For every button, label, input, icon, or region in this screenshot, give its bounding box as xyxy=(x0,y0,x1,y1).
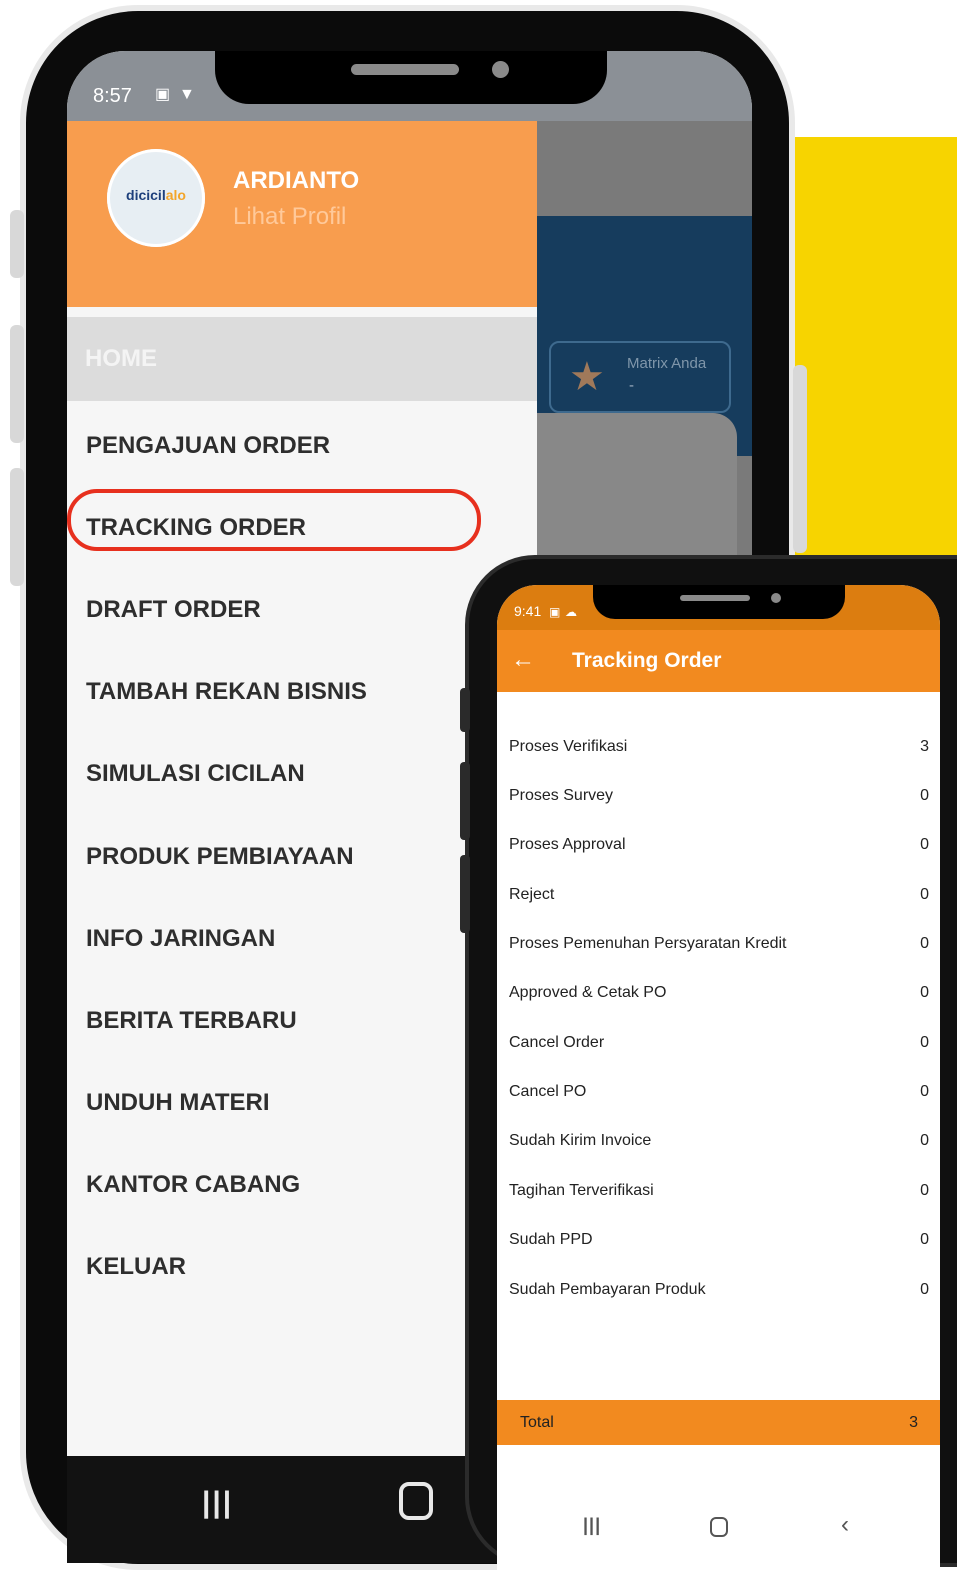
phone-side-button xyxy=(460,762,470,840)
star-icon: ★ xyxy=(569,355,605,399)
tracking-row-count: 0 xyxy=(920,1034,929,1051)
tracking-row-count: 0 xyxy=(920,1281,929,1298)
tracking-row-count: 0 xyxy=(920,984,929,1001)
system-nav-bar: ||| ‹ xyxy=(497,1493,940,1573)
tracking-row-count: 0 xyxy=(920,935,929,952)
total-bar: Total 3 xyxy=(497,1400,940,1445)
recent-apps-icon[interactable]: ||| xyxy=(583,1515,601,1536)
tracking-row-label: Reject xyxy=(509,886,555,903)
phone-side-button xyxy=(460,855,470,933)
home-nav-icon[interactable] xyxy=(710,1517,728,1537)
tracking-row[interactable]: Proses Verifikasi 3 xyxy=(509,738,929,768)
tracking-row-label: Sudah Pembayaran Produk xyxy=(509,1281,706,1298)
tracking-row-count: 3 xyxy=(920,738,929,755)
tracking-row[interactable]: Proses Approval 0 xyxy=(509,836,929,866)
drawer-item-pengajuan-order[interactable]: PENGAJUAN ORDER xyxy=(86,432,330,460)
matrix-label: Matrix Anda xyxy=(627,355,707,372)
tracking-row-count: 0 xyxy=(920,787,929,804)
tracking-row-count: 0 xyxy=(920,886,929,903)
tracking-row[interactable]: Cancel PO 0 xyxy=(509,1083,929,1113)
recent-apps-icon[interactable]: ||| xyxy=(202,1486,233,1520)
page-title: Tracking Order xyxy=(572,649,722,672)
tracking-row-label: Proses Verifikasi xyxy=(509,738,628,755)
phone-side-button xyxy=(10,468,24,586)
phone-side-button xyxy=(10,210,24,278)
drawer-item-simulasi-cicilan[interactable]: SIMULASI CICILAN xyxy=(86,760,305,788)
tracking-order-screen: 9:41 ▣ ☁ ← Tracking Order Proses Verifik… xyxy=(497,585,940,1573)
drawer-item-tambah-rekan-bisnis[interactable]: TAMBAH REKAN BISNIS xyxy=(86,678,367,706)
camera-icon xyxy=(771,593,781,603)
tracking-row-label: Sudah Kirim Invoice xyxy=(509,1132,652,1149)
total-count: 3 xyxy=(909,1414,918,1431)
matrix-card: ★ Matrix Anda - xyxy=(549,341,731,413)
tracking-row-count: 0 xyxy=(920,1182,929,1199)
tracking-row[interactable]: Cancel Order 0 xyxy=(509,1034,929,1064)
tracking-row-label: Cancel Order xyxy=(509,1034,605,1051)
drawer-header: dicicilalo ARDIANTO Lihat Profil xyxy=(67,121,537,307)
tracking-row-count: 0 xyxy=(920,836,929,853)
camera-icon xyxy=(492,61,509,78)
back-arrow-icon[interactable]: ← xyxy=(511,646,535,674)
matrix-value: - xyxy=(629,377,634,394)
drawer-item-label: HOME xyxy=(85,345,157,372)
speaker-grille xyxy=(680,595,750,601)
user-name: ARDIANTO xyxy=(233,167,360,194)
status-time: 8:57 xyxy=(93,85,132,107)
drawer-item-info-jaringan[interactable]: INFO JARINGAN xyxy=(86,925,275,953)
avatar[interactable]: dicicilalo xyxy=(107,149,205,247)
brand-logo: dicicilalo xyxy=(126,187,186,203)
tracking-row[interactable]: Proses Survey 0 xyxy=(509,787,929,817)
notch xyxy=(215,51,607,104)
gallery-icon: ▣ xyxy=(549,605,561,619)
tracking-row[interactable]: Reject 0 xyxy=(509,886,929,916)
drawer-item-berita-terbaru[interactable]: BERITA TERBARU xyxy=(86,1007,297,1035)
back-nav-icon[interactable]: ‹ xyxy=(841,1511,849,1539)
tracking-row-label: Approved & Cetak PO xyxy=(509,984,667,1001)
view-profile-link[interactable]: Lihat Profil xyxy=(233,203,346,231)
tracking-row-label: Proses Survey xyxy=(509,787,614,804)
tracking-row[interactable]: Sudah PPD 0 xyxy=(509,1231,929,1261)
speaker-grille xyxy=(351,64,459,75)
tracking-row[interactable]: Proses Pemenuhan Persyaratan Kredit 0 xyxy=(509,935,929,965)
drawer-item-keluar[interactable]: KELUAR xyxy=(86,1253,186,1281)
drawer-item-kantor-cabang[interactable]: KANTOR CABANG xyxy=(86,1171,300,1199)
total-label: Total xyxy=(520,1414,554,1431)
tracking-row-label: Sudah PPD xyxy=(509,1231,593,1248)
drawer-item-unduh-materi[interactable]: UNDUH MATERI xyxy=(86,1089,270,1117)
gallery-icon: ▣ xyxy=(155,86,171,103)
tracking-row-count: 0 xyxy=(920,1083,929,1100)
tracking-row-count: 0 xyxy=(920,1132,929,1149)
app-bar: ← Tracking Order xyxy=(497,630,940,692)
message-icon: ▼ xyxy=(179,86,195,103)
tracking-row-label: Proses Approval xyxy=(509,836,626,853)
tracking-row[interactable]: Approved & Cetak PO 0 xyxy=(509,984,929,1014)
tracking-row-label: Cancel PO xyxy=(509,1083,587,1100)
status-time: 9:41 xyxy=(514,603,542,619)
tracking-row-label: Proses Pemenuhan Persyaratan Kredit xyxy=(509,935,787,952)
tracking-row[interactable]: Sudah Pembayaran Produk 0 xyxy=(509,1281,929,1311)
cloud-icon: ☁ xyxy=(565,605,577,619)
tracking-row-count: 0 xyxy=(920,1231,929,1248)
home-nav-icon[interactable] xyxy=(399,1482,433,1520)
tracking-row-label: Tagihan Terverifikasi xyxy=(509,1182,654,1199)
drawer-item-draft-order[interactable]: DRAFT ORDER xyxy=(86,596,261,624)
tracking-order-highlight xyxy=(67,489,481,551)
notch xyxy=(593,585,845,619)
phone-side-button xyxy=(793,365,807,553)
phone-side-button xyxy=(10,325,24,443)
drawer-item-produk-pembiayaan[interactable]: PRODUK PEMBIAYAAN xyxy=(86,843,354,871)
phone-side-button xyxy=(460,688,470,732)
tracking-row[interactable]: Sudah Kirim Invoice 0 xyxy=(509,1132,929,1162)
drawer-item-home[interactable]: HOME xyxy=(67,317,537,401)
tracking-row[interactable]: Tagihan Terverifikasi 0 xyxy=(509,1182,929,1212)
